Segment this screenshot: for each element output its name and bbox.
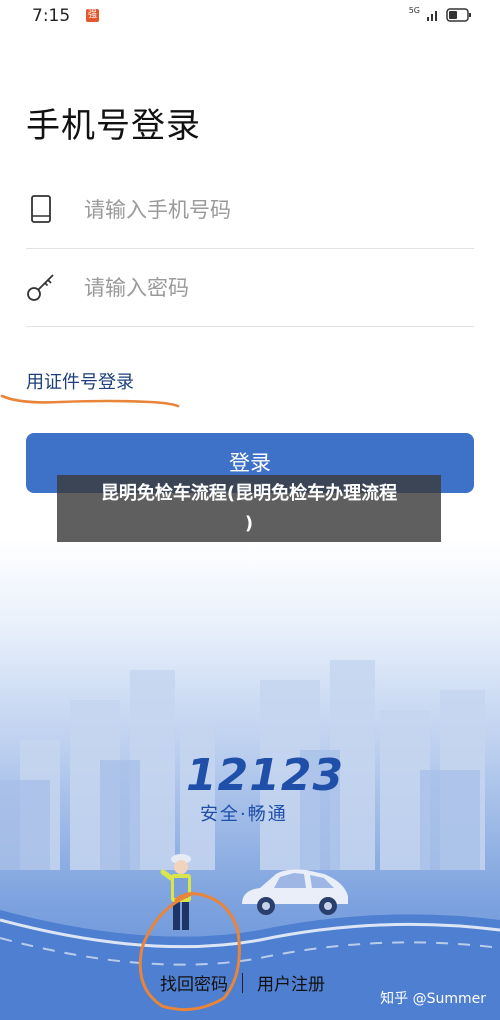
notification-badge: 强	[86, 9, 99, 22]
login-screen: 7:15 强 5G 手机号登录 请输入手机号码 用证件号登录 登录 昆明免检车流…	[0, 0, 500, 1020]
phone-input[interactable]	[82, 192, 446, 228]
annotation-circle	[138, 892, 241, 1012]
status-time: 7:15	[32, 6, 71, 26]
page-title: 手机号登录	[26, 106, 201, 146]
phone-icon	[31, 195, 51, 223]
overlay-caption: 昆明免检车流程(昆明免检车办理流程 )	[57, 475, 441, 542]
battery-icon	[446, 8, 471, 22]
password-input[interactable]	[82, 270, 446, 306]
overlay-caption-line2: )	[244, 513, 254, 534]
brand-logo-number: 12123	[186, 750, 345, 801]
footer-links: 找回密码 用户注册	[160, 970, 325, 995]
key-icon	[27, 274, 54, 301]
forgot-password-link[interactable]: 找回密码	[160, 970, 228, 995]
phone-field[interactable]	[26, 170, 474, 249]
network-label: 5G	[408, 5, 420, 15]
signal-icon	[427, 11, 437, 21]
status-bar: 7:15 强 5G	[0, 0, 500, 34]
brand-slogan: 安全·畅通	[200, 804, 288, 825]
watermark: 知乎 @Summer	[380, 991, 486, 1007]
annotation-underline	[0, 394, 180, 408]
overlay-caption-line1: 昆明免检车流程(昆明免检车办理流程	[100, 483, 398, 504]
register-link[interactable]: 用户注册	[257, 970, 325, 995]
footer-divider	[242, 972, 243, 993]
password-field[interactable]	[26, 248, 474, 327]
status-icons: 5G	[408, 5, 472, 22]
